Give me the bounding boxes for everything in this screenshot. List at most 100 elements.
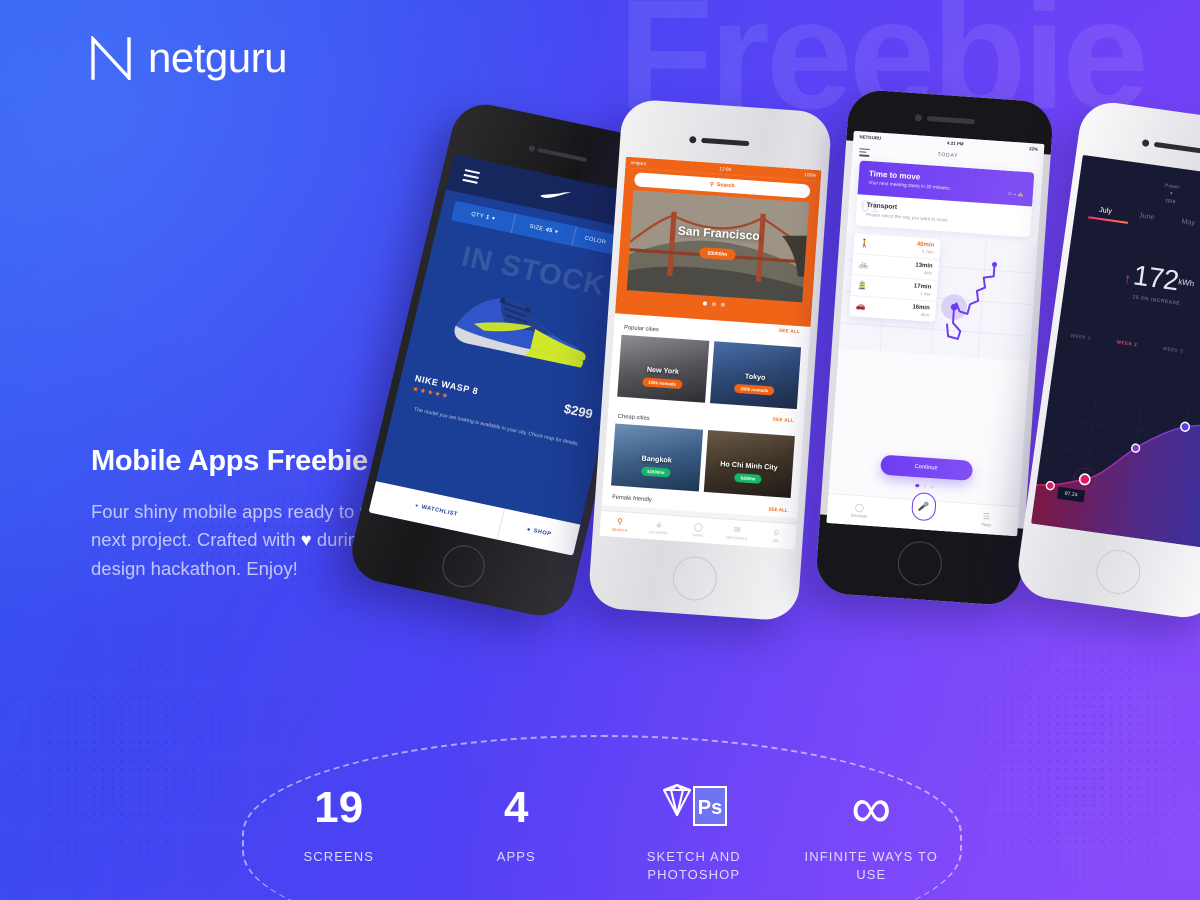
tab-tasks[interactable]: ☰ Tasks [954, 510, 1019, 530]
stat-infinite: ∞ INFINITE WAYS TO USE [789, 779, 954, 883]
tab-week-3[interactable]: WEEK 3 [1162, 347, 1183, 355]
stat-infinite-label: INFINITE WAYS TO USE [804, 849, 938, 882]
pager-dot[interactable] [720, 302, 726, 307]
tab-week-2[interactable]: WEEK 2 [1116, 340, 1137, 348]
phone-screen: netguru 12:09 100% ⚲ Search San Francisc… [599, 156, 822, 550]
pin-icon: ◯ [693, 522, 704, 532]
see-all-link[interactable]: SEE ALL [768, 506, 788, 512]
microphone-icon[interactable]: 🎤 [910, 491, 937, 522]
search-placeholder: Search [716, 182, 735, 190]
travel-hero: ⚲ Search San Francisco $3000/m [615, 167, 821, 327]
tab-week-1[interactable]: WEEK 1 [1070, 334, 1091, 342]
stat-apps-value: 4 [504, 783, 529, 832]
travel-city-card[interactable]: Bangkok $1600/m [611, 423, 703, 492]
energy-week-tabs: WEEK 1 WEEK 2 WEEK 3 WEEK 4 [1057, 332, 1200, 363]
user-icon: ☺ [772, 527, 782, 538]
pin-icon: ● [526, 526, 532, 534]
pager-dot[interactable] [711, 302, 717, 307]
status-battery: 22% [1029, 146, 1039, 152]
tab-messages[interactable]: ✉ MESSAGES [717, 519, 758, 547]
heart-icon: ♥ [300, 529, 312, 551]
nike-watchlist-label: WATCHLIST [420, 504, 459, 518]
poster-stage: Freebie netguru Mobile Apps Freebie Four… [0, 0, 1200, 900]
nike-option-color-label: COLOR [584, 235, 607, 246]
nike-option-qty[interactable]: QTY 1 ▾ [450, 200, 517, 234]
car-icon: 🚗 [855, 301, 866, 312]
home-to-office-icon: ⌂→⛪ [1008, 190, 1025, 198]
tab-co-work[interactable]: ⚶ CO-WORK [639, 514, 680, 542]
plug-icon: ⚶ [655, 519, 664, 530]
pager-dot[interactable] [930, 484, 934, 489]
active-month-underline [1088, 216, 1128, 224]
stat-screens: 19 SCREENS [256, 780, 421, 866]
stat-apps: 4 APPS [434, 780, 599, 866]
list-icon: ☰ [982, 511, 991, 522]
nike-product-price: $299 [562, 401, 595, 422]
travel-city-badge: 100k nomads [641, 377, 683, 390]
arrow-up-icon: ↑ [1122, 269, 1133, 287]
search-icon: ⚲ [709, 181, 714, 188]
tab-label: Tasks [980, 521, 992, 528]
energy-chart-svg [1031, 396, 1200, 550]
travel-city-card[interactable]: Tokyo 350k nomads [709, 341, 802, 410]
svg-text:Ps: Ps [698, 797, 722, 819]
energy-line-chart: 87.24 [1031, 390, 1200, 550]
energy-unit: kWh [1177, 277, 1195, 289]
energy-change: 25.6% INCREASE [1132, 295, 1181, 307]
travel-section-title: Female friendly [611, 494, 652, 504]
walk-icon: 🚶 [859, 238, 871, 249]
travel-city-card[interactable]: Ho Chi Minh City $250/m [703, 430, 795, 498]
phone-screen: Power ▾ 2016 July June May April ↑172kWh… [1031, 154, 1200, 550]
tab-microphone[interactable]: 🎤 [891, 491, 955, 522]
nike-option-qty-value: 1 [485, 214, 491, 222]
tab-label: TRIPS [691, 533, 704, 538]
tab-month-june[interactable]: June [1138, 210, 1155, 221]
travel-city-name: Tokyo [744, 371, 766, 382]
tab-search[interactable]: ⚲ SEARCH [599, 511, 640, 539]
tab-month-july[interactable]: July [1099, 205, 1113, 216]
travel-city-badge: 350k nomads [734, 383, 775, 396]
transport-app-screen: NETGURU 4:21 PM 22% TODAY Time to move Y… [826, 130, 1045, 537]
pager-dot[interactable] [915, 483, 920, 488]
tab-label: CO-WORK [649, 530, 669, 536]
energy-value: 172 [1131, 259, 1181, 297]
transport-card: Time to move Your next meeting starts in… [855, 160, 1035, 237]
continue-button[interactable]: Continue [879, 454, 973, 481]
energy-reading: ↑172kWh 25.6% INCREASE [1064, 250, 1200, 316]
travel-app-screen: netguru 12:09 100% ⚲ Search San Francisc… [599, 156, 822, 550]
hamburger-icon[interactable] [462, 167, 480, 186]
plus-icon: + [414, 502, 420, 510]
pager-dot[interactable] [923, 484, 927, 488]
stat-apps-label: APPS [496, 849, 536, 864]
nike-shop-label: SHOP [532, 528, 552, 538]
phone-camera [914, 114, 922, 122]
hamburger-icon[interactable] [859, 146, 870, 158]
travel-city-name: Bangkok [641, 453, 673, 465]
nike-option-size[interactable]: SIZE 45 ▾ [511, 213, 577, 246]
brand-logo[interactable]: netguru [90, 34, 287, 82]
travel-city-card[interactable]: New York 100k nomads [617, 334, 709, 403]
tab-label: Schedule [850, 512, 868, 519]
sketch-diamond-photoshop-icon: Ps [611, 780, 776, 836]
tab-schedule[interactable]: ◯ Schedule [827, 501, 892, 521]
netguru-n-mark-icon [91, 36, 131, 80]
status-battery: 100% [804, 172, 817, 178]
phone-mockup-transport: NETGURU 4:21 PM 22% TODAY Time to move Y… [814, 88, 1055, 607]
nike-option-size-value: 45 [544, 227, 554, 235]
transport-nav-title: TODAY [937, 151, 959, 159]
travel-hero-photo: San Francisco $3000/m [626, 190, 810, 303]
train-icon: 🚊 [856, 280, 868, 291]
nike-option-qty-label: QTY [470, 211, 485, 220]
status-carrier: NETGURU [859, 134, 882, 141]
tab-trips[interactable]: ◯ TRIPS [678, 516, 719, 544]
chevron-down-icon: ▾ [491, 215, 496, 223]
energy-app-screen: Power ▾ 2016 July June May April ↑172kWh… [1031, 154, 1200, 550]
tab-month-may[interactable]: May [1181, 216, 1196, 227]
pager-dot[interactable] [702, 301, 708, 306]
bike-icon: 🚲 [858, 259, 869, 270]
status-time: 4:21 PM [946, 140, 964, 147]
tab-me[interactable]: ☺ ME [756, 522, 797, 550]
stat-tools: Ps SKETCH AND PHOTOSHOP [611, 780, 776, 883]
stat-tools-label: SKETCH AND PHOTOSHOP [646, 849, 741, 882]
travel-city-name: Ho Chi Minh City [719, 458, 778, 472]
